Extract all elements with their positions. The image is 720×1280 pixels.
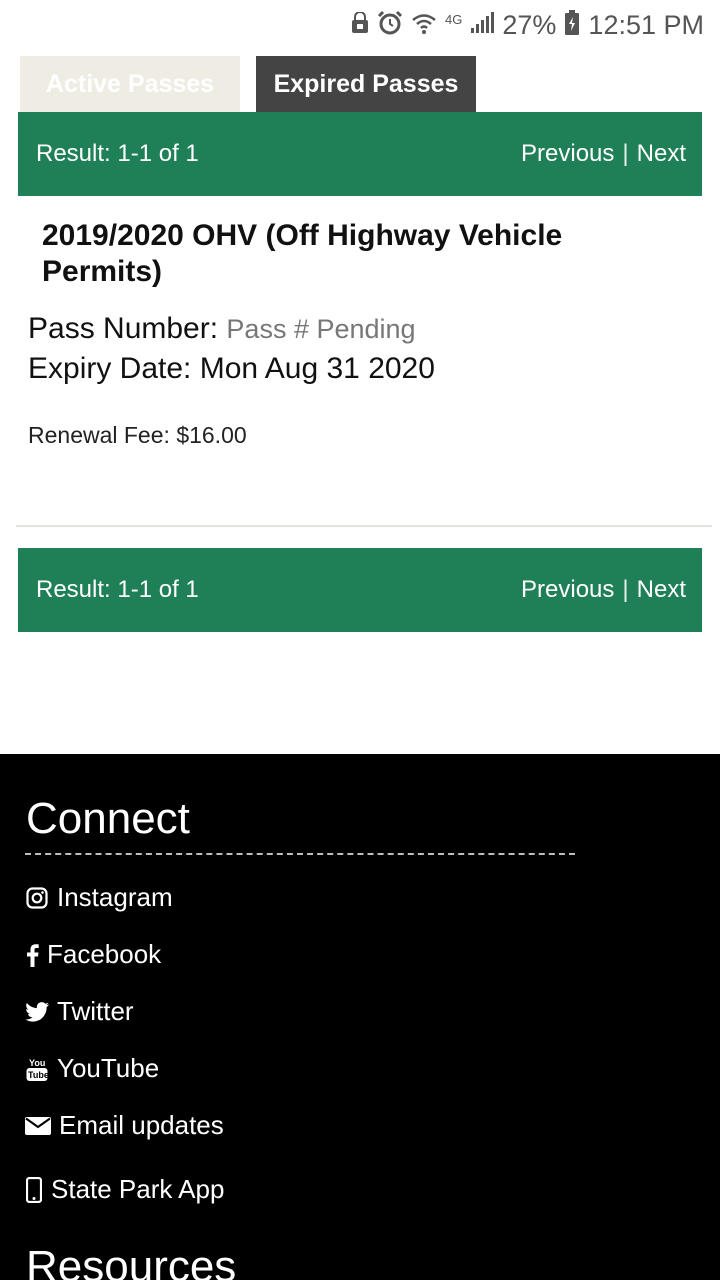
connect-divider	[25, 853, 575, 855]
result-bar-bottom: Result: 1-1 of 1 Previous | Next	[18, 548, 702, 632]
facebook-icon	[25, 943, 39, 967]
pass-number-label: Pass Number:	[28, 312, 219, 345]
pager: Previous | Next	[521, 576, 686, 604]
divider	[16, 525, 712, 527]
status-bar: 4G 27% 12:51 PM	[0, 0, 720, 50]
youtube-icon: You Tube	[25, 1057, 49, 1081]
youtube-label: YouTube	[57, 1053, 160, 1083]
pass-title: 2019/2020 OHV (Off Highway Vehicle Permi…	[42, 219, 563, 288]
twitter-link[interactable]: Twitter	[25, 996, 134, 1027]
expiry-date-value: Mon Aug 31 2020	[199, 352, 435, 385]
wifi-icon	[411, 11, 437, 40]
result-summary: Result: 1-1 of 1	[36, 140, 199, 167]
pager-separator: |	[622, 576, 629, 603]
battery-icon	[564, 9, 580, 41]
result-summary: Result: 1-1 of 1	[36, 576, 199, 603]
tab-active-passes[interactable]: Active Passes	[20, 56, 240, 112]
tab-expired-passes[interactable]: Expired Passes	[256, 56, 476, 112]
instagram-label: Instagram	[57, 882, 173, 912]
state-park-app-link[interactable]: State Park App	[25, 1174, 224, 1205]
expiry-date-row: Expiry Date: Mon Aug 31 2020	[28, 352, 435, 386]
state-park-app-label: State Park App	[51, 1174, 225, 1204]
instagram-icon	[25, 886, 49, 910]
resources-heading: Resources	[26, 1242, 237, 1280]
youtube-link[interactable]: You Tube YouTube	[25, 1053, 159, 1084]
renewal-fee-label: Renewal Fee:	[28, 422, 170, 448]
battery-percent: 27%	[502, 9, 557, 40]
renewal-fee-value: $16.00	[176, 422, 247, 448]
instagram-link[interactable]: Instagram	[25, 882, 173, 913]
pass-number-value: Pass # Pending	[226, 314, 416, 344]
pager-separator: |	[622, 140, 629, 167]
email-updates-label: Email updates	[59, 1110, 224, 1140]
previous-link[interactable]: Previous	[521, 576, 614, 604]
svg-text:Tube: Tube	[28, 1070, 48, 1080]
lock-icon	[351, 10, 369, 39]
phone-icon	[25, 1176, 43, 1203]
expiry-date-label: Expiry Date:	[28, 352, 192, 385]
next-link[interactable]: Next	[637, 140, 686, 168]
footer: Connect Instagram Facebook Twitter You Tu…	[0, 754, 720, 1280]
next-link[interactable]: Next	[637, 576, 686, 604]
network-type: 4G	[445, 11, 463, 27]
facebook-label: Facebook	[47, 939, 162, 969]
renewal-fee-row: Renewal Fee: $16.00	[28, 422, 247, 449]
status-icons: 4G 27% 12:51 PM	[351, 8, 704, 42]
pager: Previous | Next	[521, 140, 686, 168]
alarm-icon	[377, 10, 403, 41]
twitter-label: Twitter	[57, 996, 134, 1026]
twitter-icon	[25, 1000, 49, 1024]
connect-heading: Connect	[26, 794, 190, 843]
email-updates-link[interactable]: Email updates	[25, 1110, 224, 1141]
svg-text:You: You	[29, 1058, 45, 1068]
signal-icon	[470, 11, 495, 39]
previous-link[interactable]: Previous	[521, 140, 614, 168]
clock: 12:51 PM	[588, 9, 704, 40]
pass-number-row: Pass Number: Pass # Pending	[28, 312, 416, 346]
email-icon	[25, 1114, 51, 1138]
result-bar-top: Result: 1-1 of 1 Previous | Next	[18, 112, 702, 196]
facebook-link[interactable]: Facebook	[25, 939, 161, 970]
